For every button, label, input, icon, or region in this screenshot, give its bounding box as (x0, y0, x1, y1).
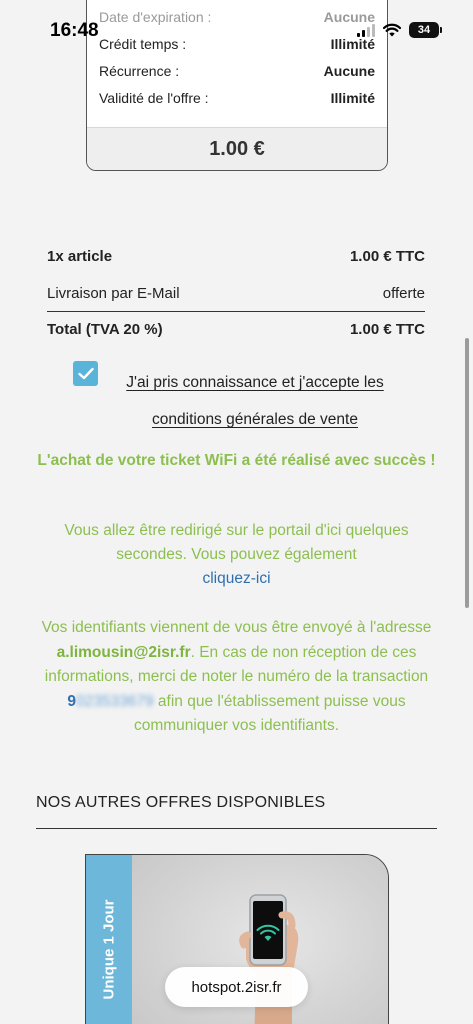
terms-link[interactable]: J'ai pris connaissance et j'accepte les … (100, 364, 410, 438)
offer-row-label: Récurrence : (99, 63, 180, 79)
offer-row-value: Aucune (323, 63, 375, 79)
scrollbar[interactable] (465, 338, 469, 608)
battery-icon: 34 (409, 22, 442, 38)
offer-row-label: Validité de l'offre : (99, 90, 209, 106)
credentials-message: Vos identifiants viennent de vous être e… (28, 616, 445, 739)
transaction-number-visible: 9 (67, 692, 77, 710)
status-time: 16:48 (50, 20, 99, 41)
other-offers-divider (36, 828, 437, 829)
summary-delivery-label: Livraison par E-Mail (47, 285, 180, 302)
offer-card-label: Unique 1 Jour (100, 898, 118, 1000)
redirect-text: Vous allez être redirigé sur le portail … (64, 522, 409, 563)
status-icons: 34 (357, 22, 442, 38)
summary-delivery-value: offerte (382, 285, 425, 302)
browser-url-bar[interactable]: hotspot.2isr.fr (165, 967, 308, 1007)
summary-total-row: Total (TVA 20 %) 1.00 € TTC (47, 321, 425, 338)
summary-total-value: 1.00 € TTC (349, 321, 425, 338)
summary-divider (47, 311, 425, 312)
credentials-text-3: afin que l'établissement puisse vous com… (133, 692, 406, 735)
checkmark-icon (77, 367, 94, 380)
redirect-link[interactable]: cliquez-ici (202, 570, 270, 587)
offer-row-validity: Validité de l'offre : Illimité (99, 88, 375, 108)
battery-level: 34 (417, 24, 431, 36)
summary-article-label: 1x article (47, 248, 113, 265)
credentials-text-1: Vos identifiants viennent de vous être e… (41, 619, 432, 636)
offer-price: 1.00 € (87, 127, 387, 170)
status-bar: 16:48 34 (0, 0, 473, 56)
terms-checkbox[interactable] (73, 361, 98, 386)
summary-article-value: 1.00 € TTC (349, 248, 425, 265)
transaction-number-blurred: 023533679 (76, 692, 154, 710)
offer-row-value: Illimité (330, 90, 375, 106)
summary-delivery-row: Livraison par E-Mail offerte (47, 285, 425, 302)
offer-row-recurrence: Récurrence : Aucune (99, 61, 375, 81)
other-offers-title: NOS AUTRES OFFRES DISPONIBLES (36, 794, 326, 811)
summary-total-label: Total (TVA 20 %) (47, 321, 163, 338)
redirect-message: Vous allez être redirigé sur le portail … (30, 519, 443, 591)
transaction-number: 9023533679 (67, 693, 153, 710)
wifi-icon (383, 23, 401, 37)
success-message: L'achat de votre ticket WiFi a été réali… (37, 452, 436, 469)
credentials-email: a.limousin@2isr.fr (56, 643, 191, 661)
cellular-signal-icon (357, 23, 375, 37)
summary-article-row: 1x article 1.00 € TTC (47, 248, 425, 265)
offer-card-band: Unique 1 Jour (86, 855, 132, 1024)
